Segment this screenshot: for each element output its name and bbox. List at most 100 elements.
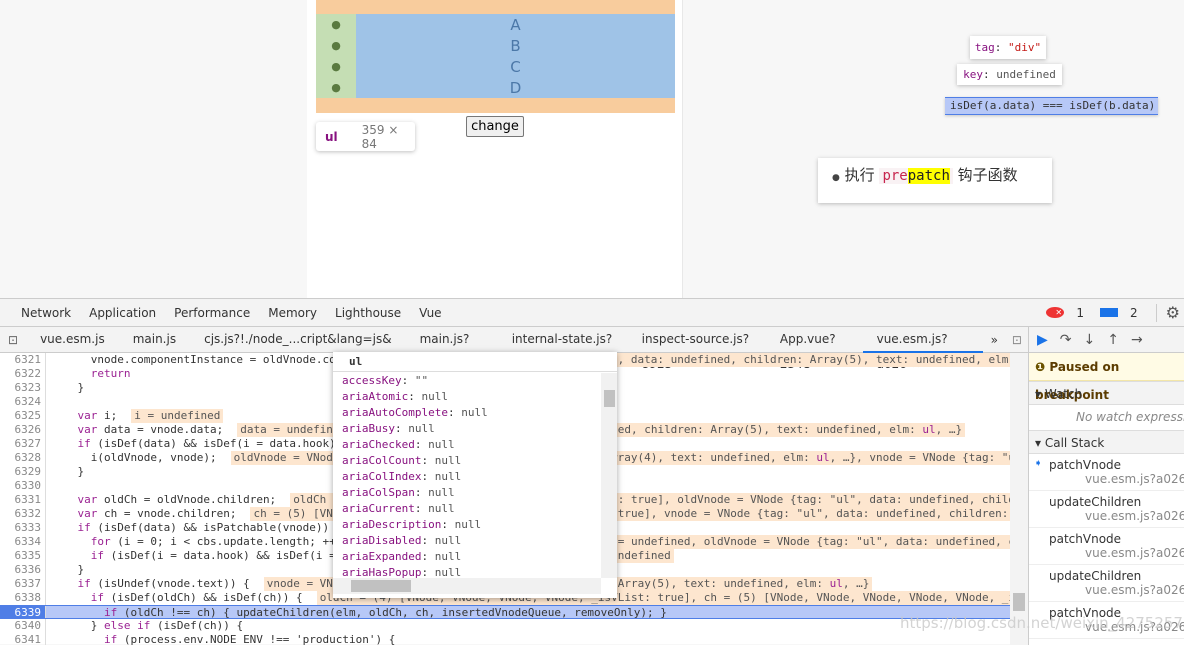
- call-stack-header[interactable]: ▾ Call Stack: [1029, 430, 1184, 454]
- line-number[interactable]: 6329: [0, 465, 46, 479]
- list-item: B: [510, 36, 521, 55]
- property-row[interactable]: ariaColCount: null: [333, 453, 599, 469]
- tooltip-tag: ul: [325, 129, 338, 144]
- code-text: if (process.env.NODE_ENV !== 'production…: [103, 633, 396, 645]
- current-frame-icon: ➧: [1034, 458, 1043, 469]
- property-row[interactable]: ariaDisabled: null: [333, 533, 599, 549]
- file-tab[interactable]: internal-state.js?69f3: [498, 327, 628, 371]
- inline-value: i = undefined: [131, 409, 224, 423]
- step-out-icon[interactable]: ↑: [1107, 332, 1119, 348]
- code-text: var oldCh = oldVnode.children;: [77, 493, 277, 506]
- step-icon[interactable]: →: [1131, 332, 1143, 348]
- file-tab-active[interactable]: vue.esm.js?a026 ✕: [862, 327, 983, 371]
- call-frame[interactable]: ➧ patchVnode vue.esm.js?a026: [1029, 454, 1184, 491]
- tab-lighthouse[interactable]: Lighthouse: [326, 306, 410, 320]
- file-tab[interactable]: vue.esm.js: [26, 327, 119, 353]
- ul-margin-top: [316, 0, 675, 14]
- list-item: A: [510, 15, 521, 34]
- code-line[interactable]: 6340 } else if (isDef(ch)) {: [0, 619, 1010, 633]
- line-number[interactable]: 6330: [0, 479, 46, 493]
- line-number[interactable]: 6321: [0, 353, 46, 367]
- gear-icon[interactable]: ⚙: [1160, 303, 1180, 322]
- code-line-breakpoint[interactable]: 6339 if (oldCh !== ch) { updateChildren(…: [0, 605, 1010, 619]
- line-number[interactable]: 6323: [0, 381, 46, 395]
- code-text: if (isDef(data) && isPatchable(vnode)) {: [77, 521, 343, 534]
- line-number[interactable]: 6336: [0, 563, 46, 577]
- change-button[interactable]: change: [466, 116, 524, 137]
- file-tab[interactable]: inspect-source.js?8925: [628, 327, 766, 371]
- code-text: if (isDef(oldCh) && isDef(ch)) {: [90, 591, 303, 604]
- file-tab[interactable]: main.js?56d7: [406, 327, 498, 371]
- paused-banner: ❶ Paused on breakpoint: [1029, 353, 1184, 402]
- file-tab[interactable]: main.js: [119, 327, 190, 353]
- code-line[interactable]: 6341 if (process.env.NODE_ENV !== 'produ…: [0, 633, 1010, 645]
- expression-annotation: isDef(a.data) === isDef(b.data): [945, 97, 1158, 115]
- property-row[interactable]: ariaDescription: null: [333, 517, 599, 533]
- property-row[interactable]: ariaCurrent: null: [333, 501, 599, 517]
- popover-hscrollbar[interactable]: [333, 578, 601, 594]
- file-tab[interactable]: cjs.js?!./node_...cript&lang=js&: [190, 327, 405, 353]
- step-over-icon[interactable]: ↷: [1060, 332, 1072, 348]
- watermark: https://blog.csdn.net/weixin_42752574: [900, 614, 1184, 632]
- bullet: ●: [331, 18, 341, 31]
- line-number[interactable]: 6339: [0, 606, 46, 619]
- line-number[interactable]: 6337: [0, 577, 46, 591]
- call-frame[interactable]: updateChildren vue.esm.js?a026: [1029, 491, 1184, 528]
- line-number[interactable]: 6327: [0, 437, 46, 451]
- toggle-debugger-icon[interactable]: ⊡: [1006, 333, 1028, 347]
- info-icon: ❶: [1035, 360, 1046, 374]
- toggle-navigator-icon[interactable]: ⊡: [0, 333, 26, 347]
- tab-vue[interactable]: Vue: [410, 306, 450, 320]
- property-row[interactable]: ariaHasPopup: null: [333, 565, 599, 578]
- line-number[interactable]: 6341: [0, 633, 46, 645]
- code-scrollbar[interactable]: [1010, 353, 1028, 645]
- more-tabs-icon[interactable]: »: [983, 333, 1006, 347]
- property-list[interactable]: accessKey: "" ariaAtomic: null ariaAutoCom…: [333, 373, 599, 578]
- highlighted-ul[interactable]: ● ● ● ● A B C D: [316, 14, 675, 98]
- line-number[interactable]: 6331: [0, 493, 46, 507]
- line-number[interactable]: 6338: [0, 591, 46, 605]
- divider: [1155, 303, 1157, 322]
- popover-title: ul: [333, 352, 617, 372]
- tab-application[interactable]: Application: [80, 306, 165, 320]
- call-frame[interactable]: patchVnode vue.esm.js?a026: [1029, 528, 1184, 565]
- line-number[interactable]: 6333: [0, 521, 46, 535]
- line-number[interactable]: 6332: [0, 507, 46, 521]
- tab-memory[interactable]: Memory: [259, 306, 326, 320]
- file-tab-bar: ⊡ vue.esm.js main.js cjs.js?!./node_...c…: [0, 327, 1028, 371]
- line-number[interactable]: 6326: [0, 423, 46, 437]
- line-number[interactable]: 6322: [0, 367, 46, 381]
- debugger-sidebar: ▶ ↷ ↓ ↑ → ❶ Paused on breakpoint ▾ Watch…: [1028, 327, 1184, 645]
- popover-vscrollbar[interactable]: [601, 373, 617, 578]
- error-count: 1: [1076, 305, 1085, 320]
- property-row[interactable]: ariaAutoComplete: null: [333, 405, 599, 421]
- tab-performance[interactable]: Performance: [165, 306, 259, 320]
- tab-network[interactable]: Network: [0, 306, 80, 320]
- code-text: var i;: [77, 409, 118, 422]
- inspect-tooltip: ul 359 × 84: [316, 122, 415, 151]
- property-row[interactable]: ariaExpanded: null: [333, 549, 599, 565]
- tooltip-size: 359 × 84: [361, 122, 399, 151]
- bullet: ●: [331, 60, 341, 73]
- line-number[interactable]: 6334: [0, 535, 46, 549]
- line-number[interactable]: 6324: [0, 395, 46, 409]
- issue-counters[interactable]: ✕ 1 2 ⚙: [1037, 303, 1184, 322]
- step-into-icon[interactable]: ↓: [1084, 332, 1096, 348]
- note-card: ● 执行 prepatch 钩子函数: [818, 158, 1052, 203]
- line-number[interactable]: 6340: [0, 619, 46, 633]
- resume-icon[interactable]: ▶: [1037, 332, 1048, 348]
- property-row[interactable]: ariaColSpan: null: [333, 485, 599, 501]
- property-row[interactable]: ariaColIndex: null: [333, 469, 599, 485]
- property-row[interactable]: ariaBusy: null: [333, 421, 599, 437]
- property-row[interactable]: ariaAtomic: null: [333, 389, 599, 405]
- line-number[interactable]: 6328: [0, 451, 46, 465]
- line-number[interactable]: 6335: [0, 549, 46, 563]
- property-row[interactable]: ariaChecked: null: [333, 437, 599, 453]
- note-text: 钩子函数: [957, 166, 1018, 184]
- call-frame[interactable]: updateChildren vue.esm.js?a026: [1029, 565, 1184, 602]
- file-tab[interactable]: App.vue?234e: [766, 327, 863, 371]
- line-number[interactable]: 6325: [0, 409, 46, 423]
- note-code: prepatch: [879, 168, 953, 184]
- property-row[interactable]: accessKey: "": [333, 373, 599, 389]
- code-text: } else if (isDef(ch)) {: [51, 619, 244, 632]
